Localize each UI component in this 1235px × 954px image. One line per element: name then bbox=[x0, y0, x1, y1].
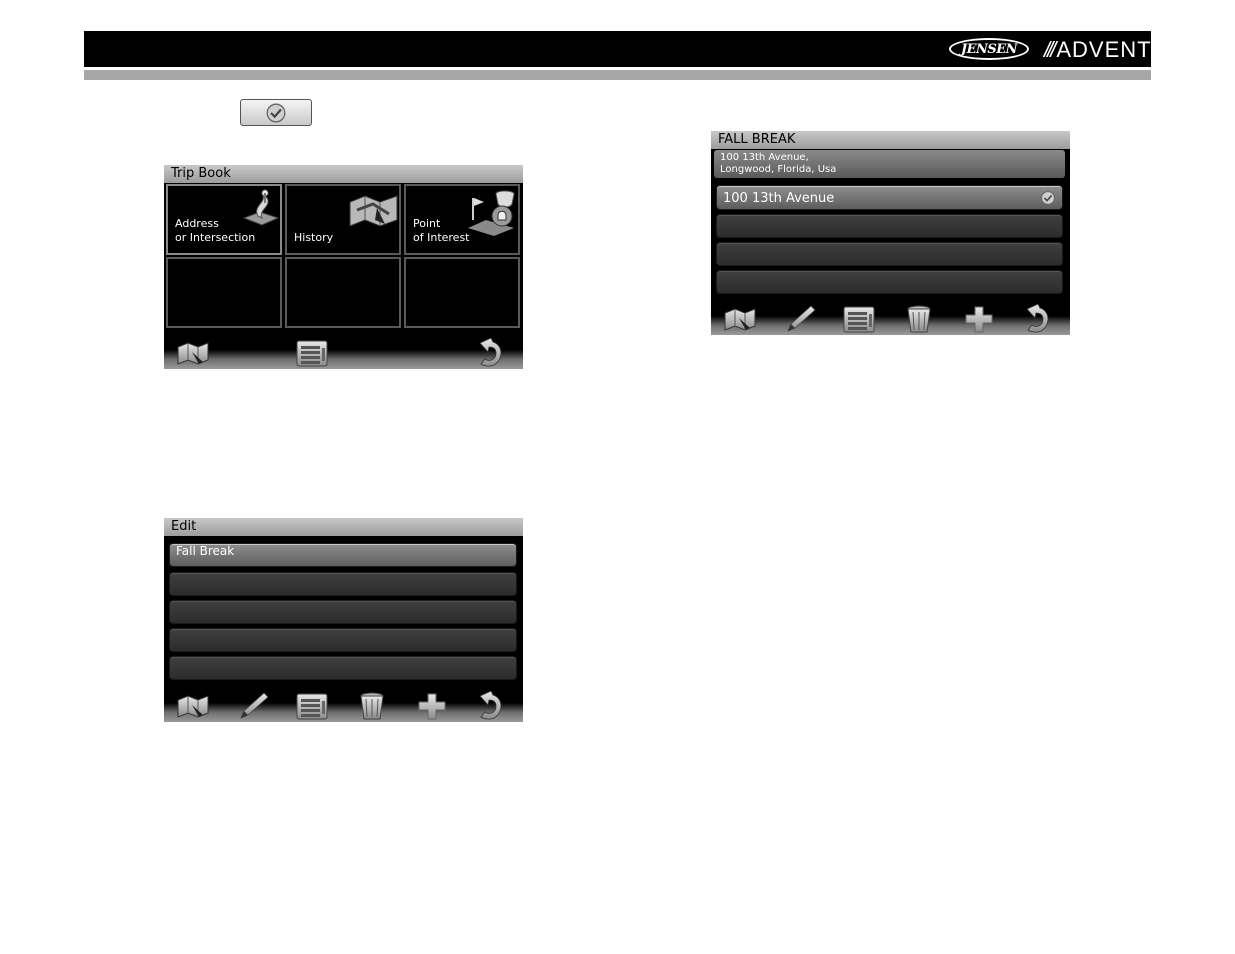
list-item[interactable] bbox=[716, 270, 1063, 294]
tile-address[interactable]: Address or Intersection bbox=[166, 184, 282, 255]
list-item[interactable] bbox=[169, 572, 517, 596]
list-icon[interactable] bbox=[294, 338, 330, 368]
pencil-icon[interactable] bbox=[235, 691, 271, 721]
pencil-icon[interactable] bbox=[782, 304, 818, 334]
list-item[interactable] bbox=[716, 214, 1063, 238]
list-item[interactable]: 100 13th Avenue bbox=[716, 185, 1063, 210]
address-header: 100 13th Avenue, Longwood, Florida, Usa bbox=[714, 150, 1065, 178]
map-icon[interactable] bbox=[722, 304, 758, 334]
trip-book-screen: Trip Book Address or Intersection Histor… bbox=[164, 165, 523, 369]
check-button[interactable] bbox=[240, 99, 312, 126]
screen-title: FALL BREAK bbox=[711, 131, 1070, 149]
trash-icon[interactable] bbox=[901, 304, 937, 334]
history-map-icon bbox=[349, 195, 398, 227]
poi-icon bbox=[468, 190, 515, 236]
tile-label: History bbox=[294, 231, 334, 244]
toolbar bbox=[711, 303, 1070, 335]
screen-title: Edit bbox=[164, 518, 523, 536]
list-icon[interactable] bbox=[294, 691, 330, 721]
tile-empty bbox=[285, 257, 401, 328]
back-arrow-icon[interactable] bbox=[472, 691, 508, 721]
list-item[interactable] bbox=[169, 600, 517, 624]
header-rule bbox=[84, 70, 1151, 80]
list-item[interactable] bbox=[716, 242, 1063, 266]
tile-history[interactable]: History bbox=[285, 184, 401, 255]
trash-icon[interactable] bbox=[354, 691, 390, 721]
address-line: 100 13th Avenue, bbox=[720, 152, 809, 163]
check-icon bbox=[265, 102, 287, 124]
check-icon bbox=[1040, 190, 1056, 206]
plus-icon[interactable] bbox=[961, 304, 997, 334]
plus-icon[interactable] bbox=[414, 691, 450, 721]
advent-logo-slashes: /// bbox=[1044, 37, 1056, 62]
advent-logo-text: ADVENT bbox=[1056, 37, 1152, 62]
screen-title: Trip Book bbox=[164, 165, 523, 183]
tile-empty bbox=[166, 257, 282, 328]
advent-logo: /// ADVENT bbox=[1044, 36, 1152, 64]
tile-point-of-interest[interactable]: Point of Interest bbox=[404, 184, 520, 255]
list-item[interactable] bbox=[169, 656, 517, 680]
back-arrow-icon[interactable] bbox=[472, 338, 508, 368]
toolbar bbox=[164, 690, 523, 722]
list-item[interactable]: Fall Break bbox=[169, 543, 517, 567]
fall-break-screen: FALL BREAK 100 13th Avenue, Longwood, Fl… bbox=[711, 131, 1070, 335]
toolbar bbox=[164, 337, 523, 369]
list-icon[interactable] bbox=[841, 304, 877, 334]
address-line: Longwood, Florida, Usa bbox=[720, 164, 837, 175]
map-icon[interactable] bbox=[175, 338, 211, 368]
back-arrow-icon[interactable] bbox=[1019, 304, 1055, 334]
jensen-logo-text: JENSEN bbox=[960, 41, 1018, 57]
tile-label: Point of Interest bbox=[413, 217, 470, 244]
jensen-logo: JENSEN bbox=[949, 38, 1029, 60]
tile-label: Address or Intersection bbox=[175, 217, 256, 244]
list-item[interactable] bbox=[169, 628, 517, 652]
tile-empty bbox=[404, 257, 520, 328]
edit-screen: Edit Fall Break bbox=[164, 518, 523, 722]
map-icon[interactable] bbox=[175, 691, 211, 721]
